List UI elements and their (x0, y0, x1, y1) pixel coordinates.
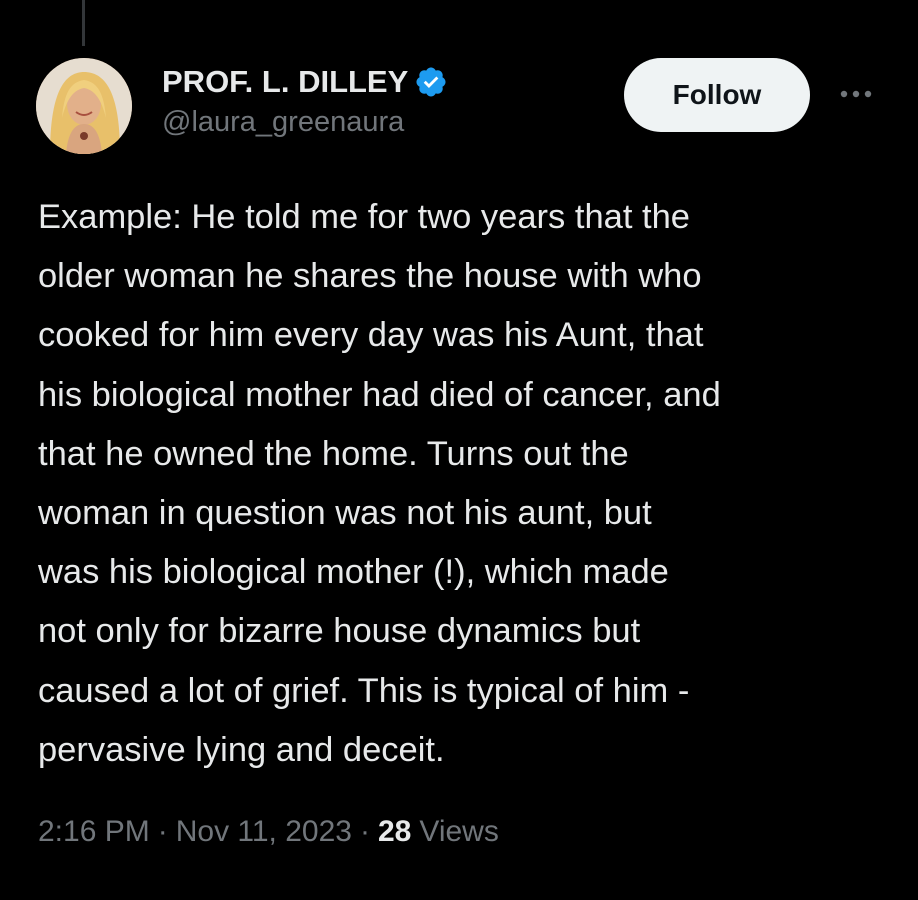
thread-connector-line (82, 0, 85, 46)
tweet-metadata: 2:16 PM · Nov 11, 2023 · 28 Views (38, 815, 499, 849)
tweet-time[interactable]: 2:16 PM (38, 815, 150, 849)
author-names: PROF. L. DILLEY @laura_greenaura (162, 62, 448, 139)
verified-badge-icon[interactable] (414, 65, 448, 99)
follow-button[interactable]: Follow (624, 58, 810, 132)
more-options-button[interactable] (834, 76, 878, 116)
tweet-header: PROF. L. DILLEY @laura_greenaura Follow (36, 58, 882, 158)
meta-separator: · (157, 815, 168, 848)
views-count[interactable]: 28 (378, 815, 411, 849)
more-horizontal-icon (838, 87, 874, 105)
meta-separator: · (359, 815, 370, 848)
author-handle[interactable]: @laura_greenaura (162, 106, 448, 139)
author-display-name[interactable]: PROF. L. DILLEY (162, 64, 408, 100)
tweet-date[interactable]: Nov 11, 2023 (176, 815, 352, 849)
views-label: Views (419, 815, 499, 848)
display-name-row: PROF. L. DILLEY (162, 62, 448, 102)
tweet-text: Example: He told me for two years that t… (38, 198, 721, 769)
avatar[interactable] (36, 58, 132, 154)
